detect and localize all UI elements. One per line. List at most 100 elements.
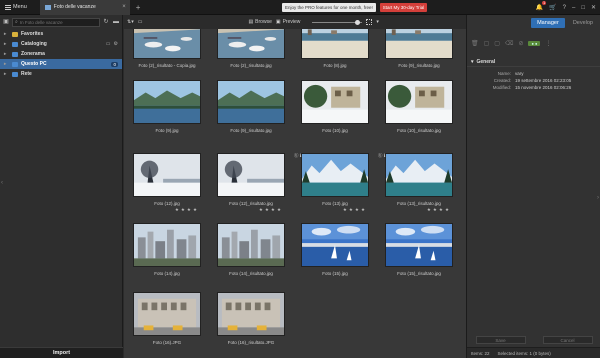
share-icon[interactable]: ⋮ bbox=[545, 40, 551, 47]
save-button[interactable]: Save bbox=[475, 336, 526, 344]
chevron-right-icon[interactable]: ▸ bbox=[4, 31, 9, 37]
cancel-button[interactable]: Cancel bbox=[542, 336, 593, 344]
thumbnail-item[interactable]: Foto (9)_risultato.jpg bbox=[385, 29, 453, 68]
collapse-right-icon[interactable]: › bbox=[597, 195, 599, 201]
thumbnail-item[interactable]: Foto (9).jpg bbox=[133, 80, 201, 133]
chevron-right-icon[interactable]: ▸ bbox=[4, 41, 9, 47]
general-section: ▾ General Name: vary Created: 19 settembre … bbox=[467, 58, 600, 91]
thumbnail-image[interactable] bbox=[385, 80, 453, 124]
thumbnail-image[interactable] bbox=[301, 153, 369, 197]
chevron-right-icon[interactable]: ▸ bbox=[4, 61, 9, 67]
nav-item-rete[interactable]: ▸ Rete bbox=[0, 69, 122, 79]
import-button[interactable]: Import bbox=[0, 347, 123, 358]
window-close-icon[interactable]: ✕ bbox=[591, 4, 596, 11]
info-icon[interactable]: ⓑ ℹ bbox=[294, 153, 301, 159]
thumbnail-image[interactable] bbox=[217, 292, 285, 336]
nav-item-questo-pc[interactable]: ▸ Questo PC 0 bbox=[0, 59, 122, 69]
thumbnail-item[interactable]: Foto (12).jpg ★★★★ bbox=[133, 153, 201, 213]
search-input[interactable] bbox=[19, 19, 90, 25]
thumbnail-item[interactable]: Foto (14)_risultato.jpg bbox=[217, 223, 285, 276]
thumbnail-image[interactable] bbox=[133, 29, 201, 59]
thumbnail-item[interactable]: Foto (15)_risultato.jpg bbox=[385, 223, 453, 276]
rating-stars[interactable]: ★★★★ bbox=[133, 207, 201, 213]
collapse-left-icon[interactable]: ‹ bbox=[1, 180, 3, 186]
menu-button[interactable]: Menu bbox=[0, 0, 32, 15]
nav-icon bbox=[12, 31, 18, 37]
thumbnail-image[interactable] bbox=[133, 292, 201, 336]
thumbnail-item[interactable]: Foto (13)_risultato.jpg ★★★★ ⓑ ℹ bbox=[378, 153, 453, 213]
thumbnail-item[interactable]: Foto (14).jpg bbox=[133, 223, 201, 276]
thumbnail-item[interactable]: Foto (2)_risultato.jpg bbox=[217, 29, 285, 68]
thumbnail-image[interactable] bbox=[133, 80, 201, 124]
rating-stars[interactable]: ★★★★ bbox=[217, 207, 285, 213]
notifications-icon[interactable]: 🔔 1 bbox=[536, 1, 547, 11]
cart-icon[interactable]: 🛒 bbox=[549, 4, 556, 11]
refresh-icon[interactable]: ↻ bbox=[102, 18, 110, 26]
thumbnail-item[interactable]: Foto (16)_risultato.JPG bbox=[217, 292, 285, 345]
thumbnail-image[interactable] bbox=[385, 223, 453, 267]
thumbnail-item[interactable]: Foto (9)_risultato.jpg bbox=[217, 80, 285, 133]
trash-icon[interactable]: 🗑 bbox=[471, 40, 479, 47]
trial-button[interactable]: Start My 30-day Trial bbox=[379, 3, 428, 12]
thumbnail-item[interactable]: Foto (10)_risultato.jpg bbox=[385, 80, 453, 133]
settings-icon[interactable]: ⚙ bbox=[114, 41, 118, 47]
thumbnail-image[interactable] bbox=[217, 29, 285, 59]
metadata-value[interactable]: 15 novembre 2016 02:06:26 bbox=[515, 85, 571, 90]
nav-item-cataloging[interactable]: ▸ Cataloging ▭ ⚙ bbox=[0, 39, 122, 49]
info-icon[interactable]: ⓑ ℹ bbox=[378, 153, 385, 159]
nav-label: Zonerama bbox=[21, 51, 45, 57]
thumbnail-image[interactable] bbox=[301, 80, 369, 124]
thumbnail-image[interactable] bbox=[385, 153, 453, 197]
search-box[interactable]: ⌕ bbox=[12, 17, 100, 27]
tool-icon[interactable]: ⌫ bbox=[505, 40, 513, 47]
thumbnail-image[interactable] bbox=[301, 223, 369, 267]
view-dropdown-icon[interactable]: ▾ bbox=[376, 19, 379, 25]
metadata-value[interactable]: 19 settembre 2016 02:23:05 bbox=[515, 78, 571, 83]
folder-browse-icon[interactable]: ▣ bbox=[2, 18, 10, 26]
tab-manager[interactable]: Manager bbox=[531, 17, 565, 28]
maximize-icon[interactable]: □ bbox=[581, 5, 585, 11]
thumbnail-image[interactable] bbox=[133, 223, 201, 267]
add-tab-button[interactable]: + bbox=[136, 3, 141, 12]
nav-item-favorites[interactable]: ▸ Favorites bbox=[0, 29, 122, 39]
slider-knob[interactable] bbox=[355, 19, 361, 25]
minimize-icon[interactable]: – bbox=[572, 5, 575, 11]
preview-button[interactable]: ▣ Preview bbox=[276, 19, 301, 25]
thumbnail-size-slider[interactable] bbox=[312, 19, 363, 25]
help-icon[interactable]: ? bbox=[563, 5, 566, 11]
thumbnail-item[interactable]: Foto (8).jpg bbox=[301, 29, 369, 68]
general-section-header[interactable]: ▾ General bbox=[467, 58, 600, 67]
folder-add-icon[interactable]: ▭ bbox=[106, 41, 111, 47]
nav-icon bbox=[12, 41, 18, 47]
thumbnail-image[interactable] bbox=[133, 153, 201, 197]
chevron-right-icon[interactable]: ▸ bbox=[4, 51, 9, 57]
rating-stars[interactable]: ★★★★ bbox=[301, 207, 369, 213]
new-folder-icon[interactable]: ▭ bbox=[138, 19, 143, 25]
thumbnail-item[interactable]: Foto (16).JPG bbox=[133, 292, 201, 345]
tool-icon[interactable]: ▢ bbox=[494, 40, 500, 47]
tab-foto-delle-vacanze[interactable]: Foto delle vacanze × bbox=[39, 0, 130, 15]
thumbnail-image[interactable] bbox=[301, 29, 369, 59]
chevron-right-icon[interactable]: ▸ bbox=[4, 71, 9, 77]
metadata-value[interactable]: vary bbox=[515, 71, 524, 76]
grid-view-icon[interactable] bbox=[366, 19, 373, 25]
thumbnail-item[interactable]: Foto (13).jpg ★★★★ ⓑ ℹ bbox=[294, 153, 369, 213]
thumbnail-image[interactable] bbox=[217, 80, 285, 124]
nav-item-zonerama[interactable]: ▸ Zonerama bbox=[0, 49, 122, 59]
rating-stars[interactable]: ★★★★ bbox=[385, 207, 453, 213]
thumbnail-item[interactable]: Foto (2)_risultato - Copia.jpg bbox=[133, 29, 201, 68]
tool-icon[interactable]: ▢ bbox=[484, 40, 490, 47]
sort-icon[interactable]: ⇅▾ bbox=[127, 19, 134, 25]
thumbnail-image[interactable] bbox=[217, 153, 285, 197]
thumbnail-image[interactable] bbox=[217, 223, 285, 267]
mode-tabs: Manager Develop bbox=[467, 15, 600, 30]
thumbnail-item[interactable]: Foto (15).jpg bbox=[301, 223, 369, 276]
thumbnail-image[interactable] bbox=[385, 29, 453, 59]
thumbnail-item[interactable]: Foto (12)_risultato.jpg ★★★★ bbox=[217, 153, 285, 213]
tool-icon[interactable]: ⊘ bbox=[518, 40, 523, 47]
tab-develop[interactable]: Develop bbox=[569, 18, 597, 28]
close-icon[interactable]: × bbox=[122, 4, 126, 10]
thumbnail-item[interactable]: Foto (10).jpg bbox=[301, 80, 369, 133]
folder-icon[interactable]: ▬ bbox=[112, 18, 120, 26]
browse-button[interactable]: ▤ Browse bbox=[248, 19, 271, 25]
